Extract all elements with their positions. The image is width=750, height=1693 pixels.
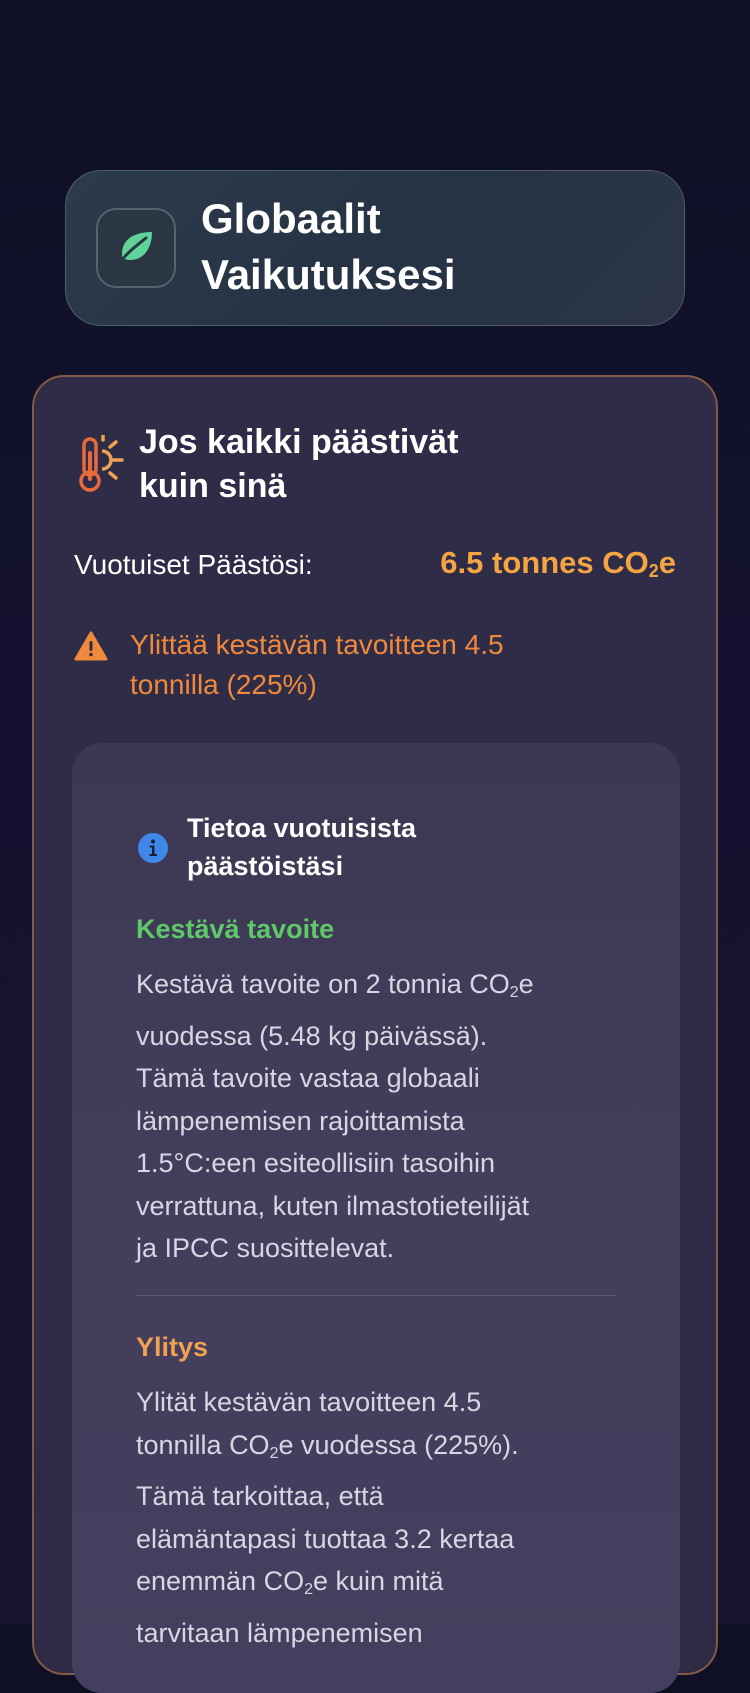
page-title-line-1: Globaalit bbox=[201, 195, 381, 242]
info-title-line-2: päästöistäsi bbox=[187, 851, 344, 881]
sustainable-text-line-7: ja IPCC suosittelevat. bbox=[136, 1233, 395, 1263]
exceedance-text-subscript-2: 2 bbox=[304, 1581, 313, 1598]
exceedance-text-line-2-suffix: e vuodessa (225%). bbox=[278, 1429, 519, 1460]
sustainable-text-line-1-suffix: e bbox=[518, 969, 534, 999]
emissions-value-text: 6.5 tonnes CO bbox=[440, 545, 649, 580]
sustainable-text-line-1-main: Kestävä tavoite on 2 tonnia CO bbox=[136, 969, 510, 999]
impact-title-line-2: kuin sinä bbox=[139, 467, 287, 505]
exceedance-heading: Ylitys bbox=[136, 1332, 209, 1362]
sustainable-text-subscript: 2 bbox=[509, 984, 519, 1001]
info-icon bbox=[138, 833, 168, 863]
sustainable-text-line-3: Tämä tavoite vastaa globaali bbox=[136, 1063, 480, 1093]
impact-title: Jos kaikki päästivät kuin sinä bbox=[139, 420, 579, 508]
impact-title-line-1: Jos kaikki päästivät bbox=[139, 423, 459, 461]
sustainable-text-line-1: Kestävä tavoite on 2 tonnia CO2e bbox=[136, 963, 626, 1015]
exceedance-text-line-3: Tämä tarkoittaa, että bbox=[136, 1481, 384, 1511]
emissions-value-suffix: e bbox=[658, 545, 676, 580]
emissions-value-subscript: 2 bbox=[648, 561, 659, 581]
sustainable-text-line-4: lämpenemisen rajoittamista bbox=[136, 1105, 465, 1136]
warning-triangle-icon bbox=[74, 631, 108, 661]
section-divider bbox=[136, 1295, 616, 1296]
info-card: Tietoa vuotuisista päästöistäsi Kestävä … bbox=[72, 743, 680, 1693]
warning-text-line-1: Ylittää kestävän tavoitteen 4.5 bbox=[130, 629, 504, 660]
annual-emissions-value: 6.5 tonnes CO2e bbox=[440, 543, 676, 591]
page-title-line-2: Vaikutuksesi bbox=[201, 251, 456, 298]
hot-thermometer-icon bbox=[76, 433, 124, 493]
sustainable-text-line-6: verrattuna, kuten ilmastotieteilijät bbox=[136, 1190, 530, 1221]
header-card: Globaalit Vaikutuksesi bbox=[65, 170, 685, 326]
sustainable-text-line-2: vuodessa (5.48 kg päivässä). bbox=[136, 1020, 488, 1051]
sustainable-target-text: Kestävä tavoite on 2 tonnia CO2e vuodess… bbox=[136, 963, 626, 1270]
sustainable-text-line-5: 1.5°C:een esiteollisiin tasoihin bbox=[136, 1148, 496, 1178]
exceedance-text-line-1: Ylität kestävän tavoitteen 4.5 bbox=[136, 1387, 482, 1417]
exceedance-text-line-4: elämäntapasi tuottaa 3.2 kertaa bbox=[136, 1523, 515, 1554]
impact-card: Jos kaikki päästivät kuin sinä Vuotuiset… bbox=[32, 375, 718, 1693]
app-icon bbox=[96, 208, 176, 288]
annual-emissions-label: Vuotuiset Päästösi: bbox=[74, 549, 313, 580]
exceedance-text: Ylität kestävän tavoitteen 4.5 tonnilla … bbox=[136, 1381, 626, 1654]
exceedance-text-line-5-main: enemmän CO bbox=[136, 1566, 305, 1596]
info-title-line-1: Tietoa vuotuisista bbox=[187, 813, 417, 843]
info-title: Tietoa vuotuisista päästöistäsi bbox=[187, 809, 517, 885]
warning-text-line-2: tonnilla (225%) bbox=[130, 669, 317, 700]
exceedance-text-line-5: enemmän CO2e kuin mitä bbox=[136, 1560, 626, 1612]
exceedance-text-line-2: tonnilla CO2e vuodessa (225%). bbox=[136, 1424, 626, 1476]
exceedance-text-line-5-suffix: e kuin mitä bbox=[312, 1566, 444, 1596]
exceedance-text-line-6: tarvitaan lämpenemisen bbox=[136, 1617, 423, 1648]
exceedance-text-line-2-main: tonnilla CO bbox=[136, 1429, 270, 1460]
page-title: Globaalit Vaikutuksesi bbox=[201, 191, 621, 303]
leaf-icon bbox=[114, 224, 158, 273]
warning-text: Ylittää kestävän tavoitteen 4.5 tonnilla… bbox=[130, 625, 630, 705]
sustainable-target-heading: Kestävä tavoite bbox=[136, 914, 335, 944]
